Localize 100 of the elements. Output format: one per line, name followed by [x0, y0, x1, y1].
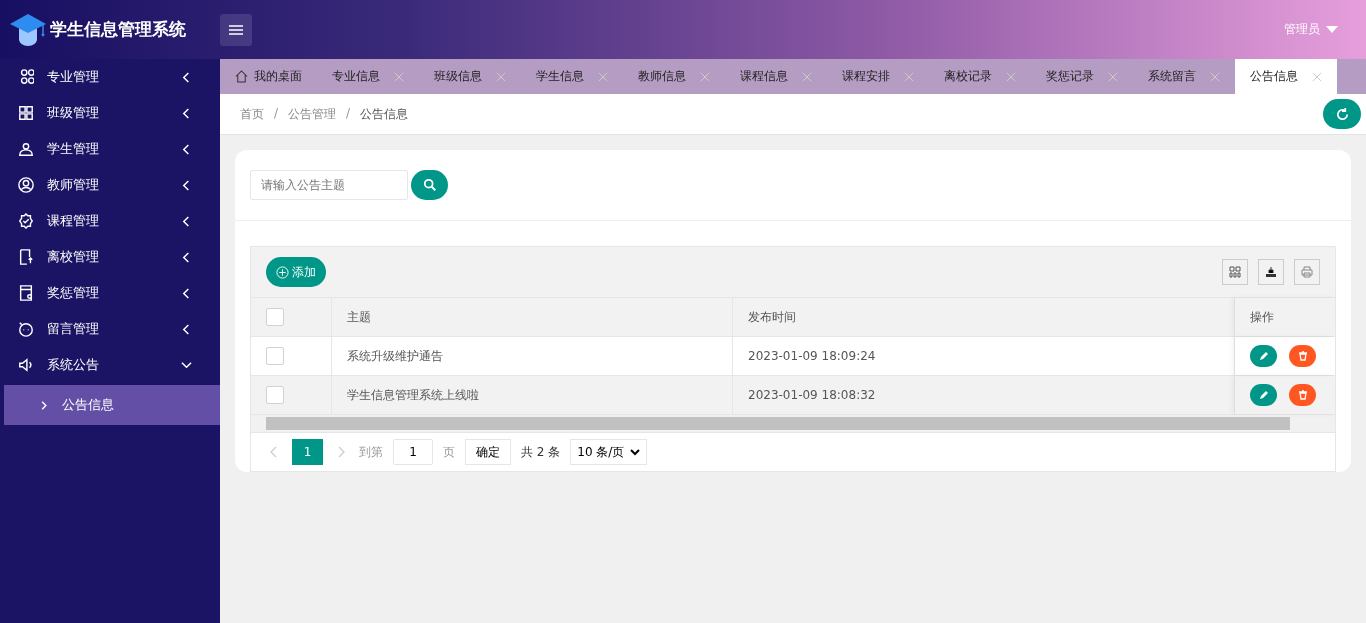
page-tab[interactable]: 奖惩记录 [1031, 59, 1133, 94]
chevron-left-icon [181, 287, 192, 299]
table-cell: 学生信息管理系统上线啦 [332, 376, 733, 414]
page-number-field[interactable]: 1 [393, 439, 433, 465]
menu-item-icon [18, 69, 34, 85]
sidebar-item[interactable]: 离校管理 [0, 239, 220, 275]
sidebar-item[interactable]: 系统公告 [0, 347, 220, 383]
page-unit-label: 页 [443, 443, 455, 461]
caret-icon [1326, 26, 1338, 33]
search-button[interactable] [411, 170, 448, 200]
grid-icon [1229, 266, 1241, 278]
page-tab[interactable]: 课程信息 [725, 59, 827, 94]
sidebar-item[interactable]: 专业管理 [0, 59, 220, 95]
close-icon[interactable] [802, 71, 812, 82]
breadcrumb-link[interactable]: 首页 [240, 105, 264, 123]
columns-button[interactable] [1222, 259, 1248, 285]
chevron-left-icon [181, 107, 192, 119]
trash-icon [1297, 351, 1308, 361]
goto-label: 到第 [359, 443, 383, 461]
menu-item-icon [18, 105, 34, 121]
next-page-icon[interactable] [337, 446, 345, 458]
table-cell: 系统升级维护通告 [332, 337, 733, 375]
table-cell: 2023-01-09 18:09:24 [733, 337, 1235, 375]
page-tab[interactable]: 离校记录 [929, 59, 1031, 94]
close-icon[interactable] [1006, 71, 1016, 82]
row-checkbox[interactable] [266, 386, 284, 404]
trash-icon [1297, 390, 1308, 400]
edit-button[interactable] [1250, 384, 1277, 406]
close-icon[interactable] [496, 71, 506, 82]
horizontal-scrollbar[interactable] [251, 415, 1335, 433]
sidebar-item[interactable]: 教师管理 [0, 167, 220, 203]
page-tab[interactable]: 班级信息 [419, 59, 521, 94]
delete-button[interactable] [1289, 384, 1316, 406]
page-tab[interactable]: 专业信息 [317, 59, 419, 94]
print-button[interactable] [1294, 259, 1320, 285]
previous-page-icon[interactable] [270, 446, 278, 458]
close-icon[interactable] [1312, 71, 1322, 82]
select-all-checkbox[interactable] [266, 308, 284, 326]
add-button[interactable]: 添加 [266, 257, 326, 287]
close-icon[interactable] [1210, 71, 1220, 82]
chevron-left-icon [181, 143, 192, 155]
column-header: 操作 [1235, 298, 1335, 336]
chevron-down-icon [630, 448, 641, 456]
plus-circle-icon [276, 265, 289, 279]
page-tab[interactable]: 学生信息 [521, 59, 623, 94]
page-tab[interactable]: 公告信息 [1235, 59, 1337, 94]
menu-item-icon [18, 177, 34, 193]
page-size-select[interactable]: 10 条/页 [570, 439, 648, 465]
chevron-left-icon [181, 71, 192, 83]
page-tab[interactable]: 教师信息 [623, 59, 725, 94]
total-count: 共 2 条 [521, 443, 561, 461]
confirm-button[interactable]: 确定 [465, 439, 511, 465]
search-field[interactable]: 请输入公告主题 [250, 170, 408, 200]
close-icon[interactable] [598, 71, 608, 82]
menu-item-icon [18, 285, 34, 301]
column-header: 主题 [332, 298, 733, 336]
export-button[interactable] [1258, 259, 1284, 285]
row-checkbox[interactable] [266, 347, 284, 365]
pencil-icon [1258, 390, 1269, 400]
refresh-icon [1334, 106, 1350, 122]
breadcrumb-link[interactable]: 公告管理 [288, 105, 337, 123]
close-icon[interactable] [700, 71, 710, 82]
chevron-down-icon [181, 359, 192, 371]
menu-item-icon [18, 357, 34, 373]
chevron-left-icon [181, 251, 192, 263]
chevron-left-icon [181, 323, 192, 335]
home-icon [235, 70, 248, 83]
refresh-button[interactable] [1323, 99, 1361, 129]
sidebar-item[interactable]: 留言管理 [0, 311, 220, 347]
sidebar-item[interactable]: 奖惩管理 [0, 275, 220, 311]
chevron-right-icon [40, 399, 48, 411]
column-header: 发布时间 [733, 298, 1235, 336]
sidebar-item[interactable]: 班级管理 [0, 95, 220, 131]
close-icon[interactable] [394, 71, 404, 82]
breadcrumb-separator: / [274, 105, 279, 122]
sidebar-item[interactable]: 课程管理 [0, 203, 220, 239]
sidebar-subitem[interactable]: 公告信息 [4, 385, 220, 425]
search-icon [422, 178, 437, 192]
chevron-left-icon [181, 179, 192, 191]
table-cell: 2023-01-09 18:08:32 [733, 376, 1235, 414]
printer-icon [1301, 266, 1313, 278]
breadcrumb-separator: / [346, 105, 351, 122]
menu-item-icon [18, 213, 34, 229]
menu-toggle-button[interactable] [220, 13, 252, 46]
sidebar-item[interactable]: 学生管理 [0, 131, 220, 167]
page-tab[interactable]: 课程安排 [827, 59, 929, 94]
app-title: 学生信息管理系统 [50, 18, 186, 41]
breadcrumb-link[interactable]: 公告信息 [360, 105, 409, 123]
graduation-cap-icon [10, 12, 46, 47]
menu-icon [229, 23, 243, 36]
delete-button[interactable] [1289, 345, 1316, 367]
chevron-left-icon [181, 215, 192, 227]
edit-button[interactable] [1250, 345, 1277, 367]
menu-item-icon [18, 249, 34, 265]
pencil-icon [1258, 351, 1269, 361]
close-icon[interactable] [904, 71, 914, 82]
page-tab[interactable]: 我的桌面 [220, 59, 317, 94]
page-tab[interactable]: 系统留言 [1133, 59, 1235, 94]
page-button[interactable]: 1 [292, 439, 323, 465]
close-icon[interactable] [1108, 71, 1118, 82]
